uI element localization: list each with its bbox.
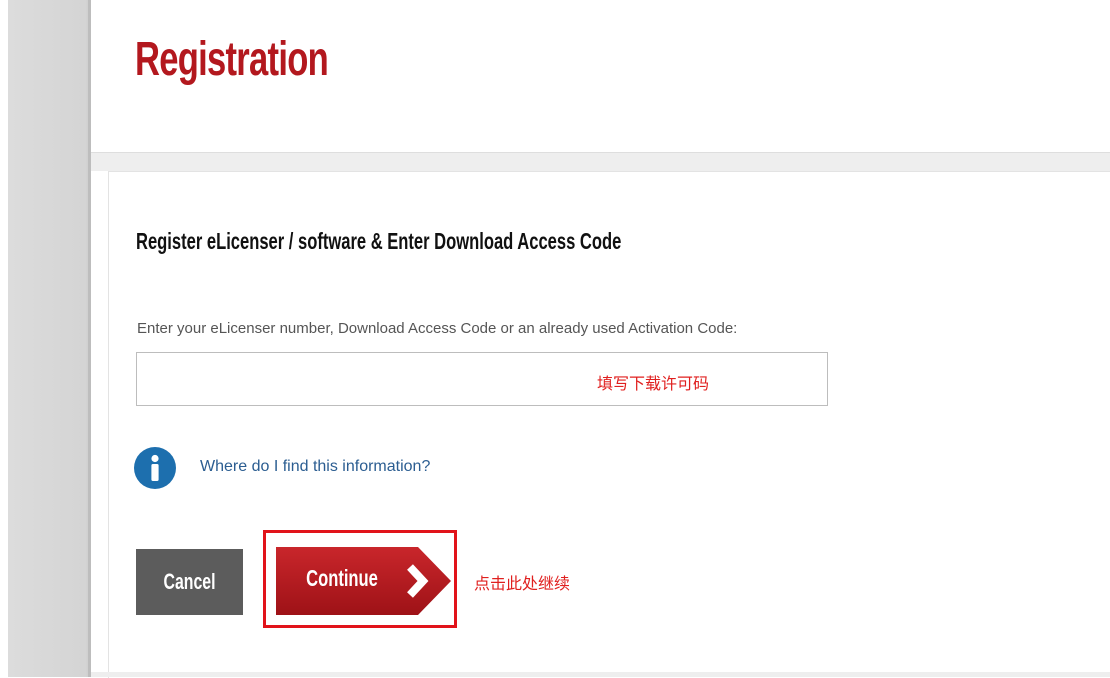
continue-annotation: 点击此处继续 [474,576,571,593]
registration-panel: Register eLicenser / software & Enter Do… [108,171,1110,678]
continue-button-label: Continue [306,565,378,591]
where-find-info-link[interactable]: Where do I find this information? [200,458,430,476]
cancel-button[interactable]: Cancel [136,549,243,615]
page-title: Registration [135,33,329,86]
left-sidebar-rail [0,0,90,677]
section-heading: Register eLicenser / software & Enter Do… [136,228,622,254]
continue-button[interactable]: Continue [276,547,451,615]
page-header: Registration [91,0,1110,153]
section-separator [91,153,1110,171]
cancel-button-label: Cancel [163,569,216,594]
input-annotation: 填写下载许可码 [597,376,710,393]
panel-bottom-border [91,672,1110,677]
code-field-label: Enter your eLicenser number, Download Ac… [137,320,738,337]
info-icon[interactable] [134,447,176,489]
access-code-input[interactable] [136,352,828,406]
